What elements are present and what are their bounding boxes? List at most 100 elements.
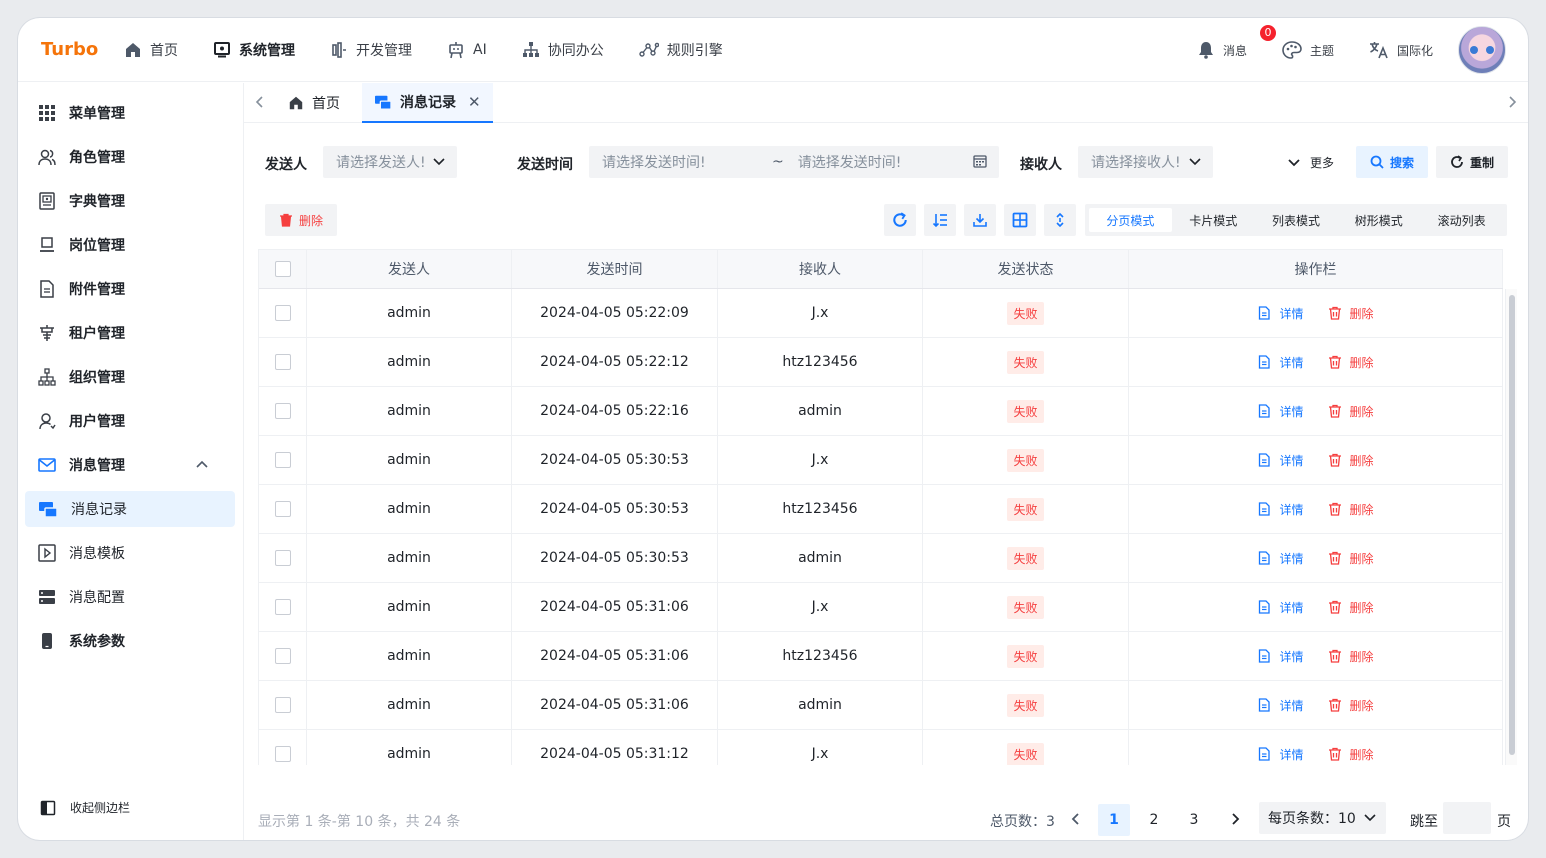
sidebar-item-attachment[interactable]: 附件管理 <box>25 271 235 307</box>
row-checkbox[interactable] <box>274 550 291 566</box>
topnav-system[interactable]: 系统管理 <box>213 40 295 60</box>
refresh-button[interactable] <box>884 204 916 236</box>
chevron-right-icon[interactable] <box>1506 95 1518 109</box>
topnav-home[interactable]: 首页 <box>124 40 178 60</box>
actions-cell: 详情 删除 <box>1129 730 1503 765</box>
table-scrollbar[interactable] <box>1505 289 1517 765</box>
sidebar-item-menu[interactable]: 菜单管理 <box>25 95 235 131</box>
trash-icon <box>279 213 292 227</box>
delete-button[interactable]: 删除 <box>1328 403 1374 420</box>
brand-logo[interactable]: Turbo <box>41 39 98 60</box>
detail-button[interactable]: 详情 <box>1257 452 1304 469</box>
delete-button[interactable]: 删除 <box>1328 599 1374 616</box>
row-checkbox[interactable] <box>274 648 291 664</box>
status-cell: 失败 <box>923 436 1129 484</box>
time-range-picker[interactable]: 请选择发送时间! ~ 请选择发送时间! <box>589 146 999 178</box>
prev-page-icon[interactable] <box>1070 812 1082 826</box>
detail-button[interactable]: 详情 <box>1257 550 1304 567</box>
close-icon[interactable]: ✕ <box>468 93 481 111</box>
download-button[interactable] <box>964 204 996 236</box>
page-button-2[interactable]: 2 <box>1138 804 1170 836</box>
delete-button[interactable]: 删除 <box>1328 648 1374 665</box>
sidebar-item-role[interactable]: 角色管理 <box>25 139 235 175</box>
row-checkbox[interactable] <box>274 599 291 615</box>
tab-home[interactable]: 首页 <box>288 83 340 123</box>
theme-button[interactable]: 0 主题 <box>1259 25 1334 59</box>
mode-scroll[interactable]: 滚动列表 <box>1420 208 1503 232</box>
column-header[interactable]: 发送时间 <box>512 250 718 288</box>
more-filters-button[interactable]: 更多 <box>1288 154 1334 171</box>
row-density-button[interactable] <box>1044 204 1076 236</box>
mode-list[interactable]: 列表模式 <box>1255 208 1338 232</box>
i18n-button[interactable]: 国际化 <box>1369 41 1433 59</box>
sidebar-item-user[interactable]: 用户管理 <box>25 403 235 439</box>
tab-message-record[interactable]: 消息记录 ✕ <box>362 83 493 123</box>
delete-button[interactable]: 删除 <box>1328 550 1374 567</box>
page-button-3[interactable]: 3 <box>1178 804 1210 836</box>
search-button[interactable]: 搜索 <box>1356 146 1428 178</box>
detail-button[interactable]: 详情 <box>1257 697 1304 714</box>
row-checkbox[interactable] <box>274 501 291 517</box>
column-header[interactable]: 接收人 <box>718 250 923 288</box>
receiver-cell: htz123456 <box>718 632 923 680</box>
detail-button[interactable]: 详情 <box>1257 305 1304 322</box>
row-checkbox[interactable] <box>274 746 291 762</box>
row-checkbox[interactable] <box>274 354 291 370</box>
collapse-sidebar-button[interactable]: 收起侧边栏 <box>40 799 130 816</box>
scrollbar-thumb[interactable] <box>1509 295 1515 755</box>
sidebar-item-sys-params[interactable]: 系统参数 <box>25 623 235 659</box>
mode-pagination[interactable]: 分页模式 <box>1089 208 1172 232</box>
reset-button[interactable]: 重制 <box>1436 146 1508 178</box>
delete-button[interactable]: 删除 <box>1328 746 1374 763</box>
message-button[interactable]: 消息 <box>1197 41 1247 59</box>
column-header[interactable]: 发送人 <box>307 250 512 288</box>
row-checkbox[interactable] <box>274 697 291 713</box>
receiver-cell: admin <box>718 534 923 582</box>
sidebar-item-org[interactable]: 组织管理 <box>25 359 235 395</box>
mode-tree[interactable]: 树形模式 <box>1337 208 1420 232</box>
column-settings-button[interactable] <box>1004 204 1036 236</box>
receiver-select[interactable]: 请选择接收人! <box>1078 146 1213 178</box>
page-size-select[interactable]: 每页条数：10 <box>1259 802 1386 834</box>
avatar[interactable] <box>1458 26 1506 74</box>
delete-button[interactable]: 删除 <box>1328 501 1374 518</box>
detail-button[interactable]: 详情 <box>1257 599 1304 616</box>
select-all-checkbox[interactable] <box>274 261 291 277</box>
column-header[interactable]: 发送状态 <box>923 250 1129 288</box>
sidebar-item-message-template[interactable]: 消息模板 <box>25 535 235 571</box>
sidebar-item-message-record[interactable]: 消息记录 <box>25 491 235 527</box>
page-button-1[interactable]: 1 <box>1098 804 1130 836</box>
chevron-up-icon[interactable] <box>196 459 208 471</box>
row-checkbox[interactable] <box>274 452 291 468</box>
detail-button[interactable]: 详情 <box>1257 648 1304 665</box>
detail-button[interactable]: 详情 <box>1257 403 1304 420</box>
row-checkbox[interactable] <box>274 403 291 419</box>
sidebar-item-tenant[interactable]: 租户管理 <box>25 315 235 351</box>
sort-button[interactable] <box>924 204 956 236</box>
batch-delete-button[interactable]: 删除 <box>265 204 337 236</box>
row-checkbox[interactable] <box>274 305 291 321</box>
detail-button[interactable]: 详情 <box>1257 746 1304 763</box>
chevron-left-icon[interactable] <box>254 95 266 109</box>
delete-button[interactable]: 删除 <box>1328 305 1374 322</box>
mode-card[interactable]: 卡片模式 <box>1172 208 1255 232</box>
delete-button[interactable]: 删除 <box>1328 452 1374 469</box>
detail-button[interactable]: 详情 <box>1257 501 1304 518</box>
sidebar-item-dict[interactable]: 字典管理 <box>25 183 235 219</box>
delete-button[interactable]: 删除 <box>1328 354 1374 371</box>
tab-label: 消息记录 <box>400 95 456 111</box>
next-page-icon[interactable] <box>1229 812 1241 826</box>
topnav-dev[interactable]: 开发管理 <box>330 40 412 60</box>
topnav-collab[interactable]: 协同办公 <box>522 40 604 60</box>
topnav-ai[interactable]: AI <box>447 41 487 59</box>
topnav-label: 协同办公 <box>547 43 604 59</box>
translate-icon <box>1369 42 1388 59</box>
sidebar-item-message-config[interactable]: 消息配置 <box>25 579 235 615</box>
delete-button[interactable]: 删除 <box>1328 697 1374 714</box>
sender-select[interactable]: 请选择发送人! <box>323 146 457 178</box>
jump-page-input[interactable] <box>1443 802 1491 834</box>
sidebar-item-post[interactable]: 岗位管理 <box>25 227 235 263</box>
topnav-rules[interactable]: 规则引擎 <box>639 40 723 60</box>
detail-button[interactable]: 详情 <box>1257 354 1304 371</box>
sidebar-item-message[interactable]: 消息管理 <box>25 447 235 483</box>
